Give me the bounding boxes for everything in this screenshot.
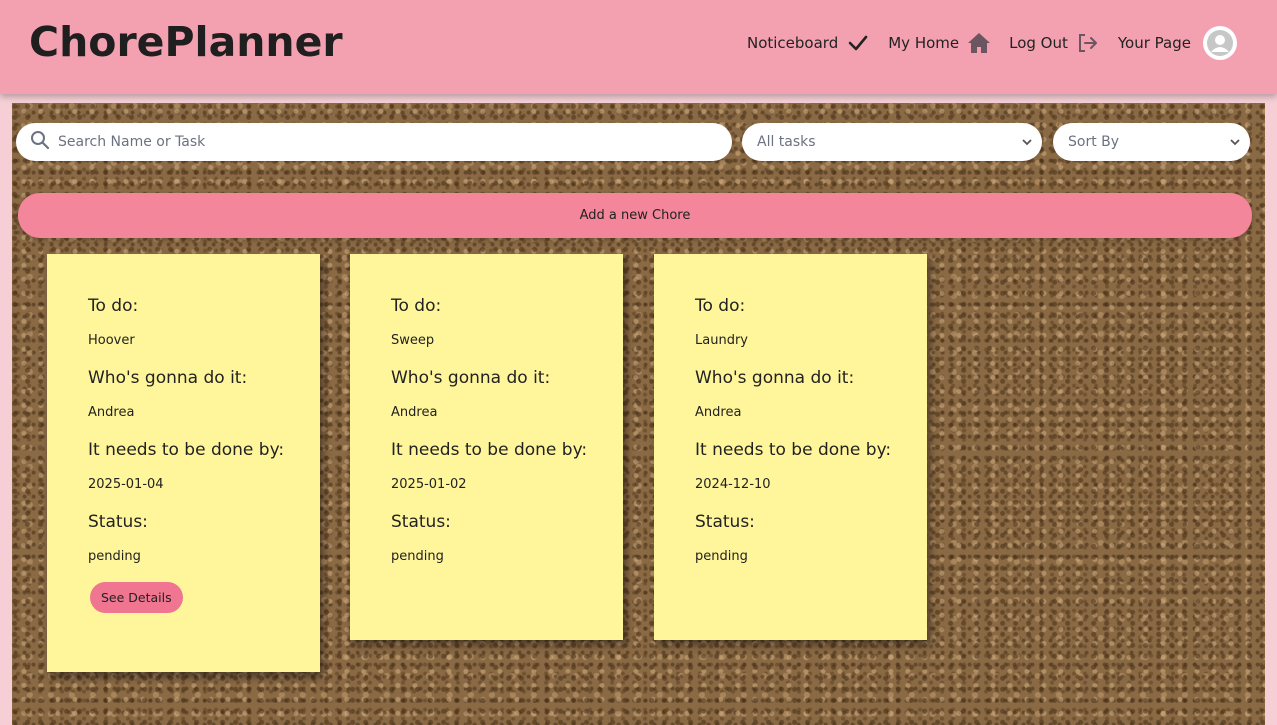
add-chore-label: Add a new Chore	[579, 208, 691, 223]
task-filter-value: All tasks	[757, 134, 816, 150]
see-details-button[interactable]: See Details	[90, 582, 183, 613]
todo-heading: To do:	[391, 296, 442, 316]
chore-card: To do: Sweep Who's gonna do it: Andrea I…	[350, 254, 623, 640]
app-logo[interactable]: ChorePlanner	[29, 18, 343, 66]
chore-card: To do: Laundry Who's gonna do it: Andrea…	[654, 254, 927, 640]
chore-status: pending	[88, 549, 141, 564]
app-header: ChorePlanner Noticeboard My Home Log Out…	[0, 0, 1277, 94]
chore-assignee: Andrea	[88, 405, 135, 420]
chore-task: Laundry	[695, 333, 748, 348]
chore-task: Hoover	[88, 333, 135, 348]
nav-log-out-label: Log Out	[1009, 34, 1068, 52]
main-nav: Noticeboard My Home Log Out Your Page	[729, 25, 1237, 61]
search-icon	[30, 130, 50, 154]
sort-select[interactable]: Sort By	[1053, 123, 1250, 161]
due-heading: It needs to be done by:	[695, 440, 892, 460]
nav-your-page-label: Your Page	[1117, 34, 1191, 52]
chore-card: To do: Hoover Who's gonna do it: Andrea …	[47, 254, 320, 672]
chore-due-date: 2025-01-04	[88, 477, 164, 492]
chore-due-date: 2025-01-02	[391, 477, 467, 492]
nav-my-home-label: My Home	[888, 34, 960, 52]
chevron-down-icon	[1020, 135, 1034, 153]
home-icon	[967, 31, 991, 55]
chore-assignee: Andrea	[391, 405, 438, 420]
status-heading: Status:	[391, 512, 451, 532]
nav-your-page[interactable]: Your Page	[1118, 26, 1237, 60]
search-bar[interactable]	[16, 123, 732, 161]
sort-value: Sort By	[1068, 134, 1120, 150]
status-heading: Status:	[88, 512, 148, 532]
assignee-heading: Who's gonna do it:	[88, 368, 248, 388]
due-heading: It needs to be done by:	[391, 440, 588, 460]
cork-board: All tasks Sort By Add a new Chore To do:…	[12, 103, 1265, 725]
status-heading: Status:	[695, 512, 755, 532]
nav-noticeboard-label: Noticeboard	[746, 34, 839, 52]
chore-status: pending	[695, 549, 748, 564]
chore-assignee: Andrea	[695, 405, 742, 420]
chore-task: Sweep	[391, 333, 435, 348]
assignee-heading: Who's gonna do it:	[695, 368, 855, 388]
assignee-heading: Who's gonna do it:	[391, 368, 551, 388]
due-heading: It needs to be done by:	[88, 440, 285, 460]
user-avatar-icon	[1203, 26, 1237, 60]
nav-noticeboard[interactable]: Noticeboard	[747, 31, 870, 55]
checkmark-icon	[846, 31, 870, 55]
search-input[interactable]	[58, 134, 698, 150]
logout-icon	[1076, 31, 1100, 55]
chevron-down-icon	[1228, 135, 1242, 153]
todo-heading: To do:	[88, 296, 139, 316]
nav-my-home[interactable]: My Home	[888, 31, 991, 55]
nav-log-out[interactable]: Log Out	[1009, 31, 1100, 55]
chore-due-date: 2024-12-10	[695, 477, 771, 492]
task-filter-select[interactable]: All tasks	[742, 123, 1042, 161]
chore-status: pending	[391, 549, 444, 564]
todo-heading: To do:	[695, 296, 746, 316]
add-chore-button[interactable]: Add a new Chore	[18, 193, 1252, 238]
